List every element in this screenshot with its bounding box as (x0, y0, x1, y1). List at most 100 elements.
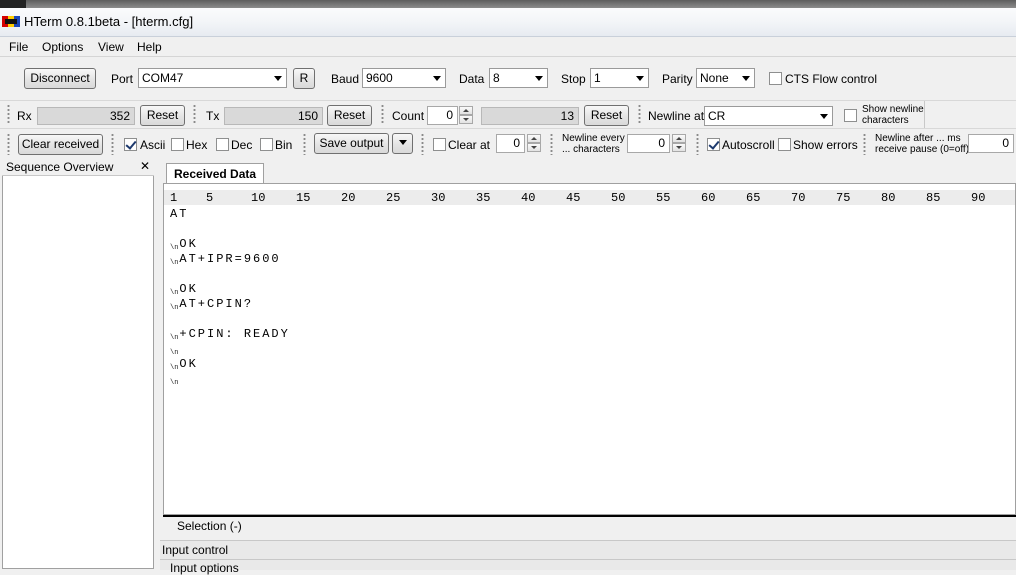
port-label: Port (111, 72, 134, 86)
selection-bar: Selection (-) (163, 515, 1016, 534)
received-line: \n (170, 372, 179, 387)
toolbar-grip[interactable] (303, 133, 306, 155)
chevron-down-icon (398, 140, 407, 145)
ruler-mark: 60 (701, 191, 716, 205)
ruler-mark: 5 (206, 191, 214, 205)
input-control-label[interactable]: Input control (162, 543, 228, 557)
tx-count-field: 150 (224, 107, 323, 125)
toolbar-grip[interactable] (381, 104, 384, 124)
toolbar-grip[interactable] (863, 133, 866, 155)
toolbar-grip[interactable] (696, 133, 699, 155)
received-line: \nAT+IPR=9600 (170, 252, 281, 267)
hex-checkbox[interactable] (171, 138, 184, 151)
menu-help[interactable]: Help (137, 40, 162, 54)
count-result-field: 13 (481, 107, 579, 125)
stop-bits-label: Stop (561, 72, 586, 86)
received-line: \nOK (170, 282, 198, 297)
menu-file[interactable]: File (9, 40, 28, 54)
column-ruler: 15101520253035404550556065707580859095 (164, 190, 1015, 205)
show-errors-checkbox[interactable] (778, 138, 791, 151)
newline-marker-icon: \n (170, 334, 179, 342)
tx-reset-button[interactable]: Reset (327, 105, 372, 126)
received-line: \nAT+CPIN? (170, 297, 253, 312)
dec-checkbox[interactable] (216, 138, 229, 151)
newline-marker-icon: \n (170, 304, 179, 312)
received-line-text: AT+IPR=9600 (179, 252, 281, 266)
parity-select[interactable]: None (696, 68, 755, 88)
newline-at-label: Newline at (648, 109, 705, 123)
stop-bits-value: 1 (594, 71, 601, 85)
newline-every-label-1: Newline every (562, 133, 625, 144)
disconnect-button[interactable]: Disconnect (24, 68, 96, 89)
received-line-text: OK (179, 237, 198, 251)
refresh-ports-button[interactable]: R (293, 68, 315, 89)
ruler-mark: 15 (296, 191, 311, 205)
baud-value: 9600 (366, 71, 393, 85)
rx-reset-button[interactable]: Reset (140, 105, 185, 126)
newline-marker-icon: \n (170, 259, 179, 267)
count-spinner[interactable] (459, 106, 473, 125)
toolbar-grip[interactable] (193, 104, 196, 124)
parity-label: Parity (662, 72, 693, 86)
stop-bits-select[interactable]: 1 (590, 68, 649, 88)
newline-every-label-2: ... characters (562, 144, 620, 155)
rx-count-field: 352 (37, 107, 135, 125)
ruler-mark: 75 (836, 191, 851, 205)
toolbar-grip[interactable] (111, 133, 114, 155)
parity-value: None (700, 71, 729, 85)
newline-every-input[interactable]: 0 (627, 134, 670, 153)
toolbar-grip[interactable] (550, 133, 553, 155)
clear-at-spinner[interactable] (527, 134, 541, 153)
ruler-mark: 25 (386, 191, 401, 205)
counters-toolbar: Rx 352 Reset Tx 150 Reset Count 0 13 Res… (0, 100, 1016, 129)
show-newline-label-2: characters (862, 115, 909, 126)
port-select[interactable]: COM47 (138, 68, 287, 88)
count-reset-button[interactable]: Reset (584, 105, 629, 126)
tx-label: Tx (206, 109, 220, 123)
window-title: HTerm 0.8.1beta - [hterm.cfg] (24, 14, 194, 29)
ruler-mark: 50 (611, 191, 626, 205)
cts-flow-checkbox[interactable] (769, 72, 782, 85)
newline-every-spinner[interactable] (672, 134, 686, 153)
newline-at-value: CR (708, 109, 726, 123)
chevron-down-icon (742, 76, 750, 81)
received-line: \nOK (170, 357, 198, 372)
toolbar-grip[interactable] (7, 133, 10, 155)
baud-select[interactable]: 9600 (362, 68, 446, 88)
show-newline-checkbox[interactable] (844, 109, 857, 122)
newline-marker-icon: \n (170, 349, 179, 357)
newline-after-input[interactable]: 0 (968, 134, 1014, 153)
clear-received-button[interactable]: Clear received (18, 134, 103, 155)
menu-options[interactable]: Options (42, 40, 83, 54)
newline-after-label-2: receive pause (0=off) (875, 144, 970, 155)
data-bits-select[interactable]: 8 (489, 68, 548, 88)
close-icon[interactable]: ✕ (140, 159, 150, 173)
received-data-area[interactable]: 15101520253035404550556065707580859095 A… (163, 183, 1016, 515)
sequence-overview-title: Sequence Overview (6, 160, 114, 174)
save-output-button[interactable]: Save output (314, 133, 389, 154)
ascii-label: Ascii (140, 138, 166, 152)
autoscroll-checkbox[interactable] (707, 138, 720, 151)
toolbar-grip[interactable] (638, 104, 641, 124)
selection-label: Selection (-) (177, 519, 242, 533)
save-output-menu-button[interactable] (392, 133, 413, 154)
data-bits-label: Data (459, 72, 485, 86)
connection-toolbar: Disconnect Port COM47 R Baud 9600 Data 8… (0, 57, 1016, 100)
hex-label: Hex (186, 138, 208, 152)
bin-label: Bin (275, 138, 293, 152)
newline-at-select[interactable]: CR (704, 106, 833, 126)
cts-flow-label: CTS Flow control (785, 72, 878, 86)
tab-received-data[interactable]: Received Data (166, 163, 264, 184)
bin-checkbox[interactable] (260, 138, 273, 151)
received-line: \n (170, 342, 179, 357)
clear-at-input[interactable]: 0 (496, 134, 525, 153)
ruler-mark: 40 (521, 191, 536, 205)
toolbar-grip[interactable] (421, 133, 424, 155)
menu-view[interactable]: View (98, 40, 124, 54)
input-options-label[interactable]: Input options (170, 561, 239, 575)
count-input[interactable]: 0 (427, 106, 458, 125)
ascii-checkbox[interactable] (124, 138, 137, 151)
clear-at-checkbox[interactable] (433, 138, 446, 151)
received-line: \n+CPIN: READY (170, 327, 290, 342)
toolbar-grip[interactable] (7, 104, 10, 124)
